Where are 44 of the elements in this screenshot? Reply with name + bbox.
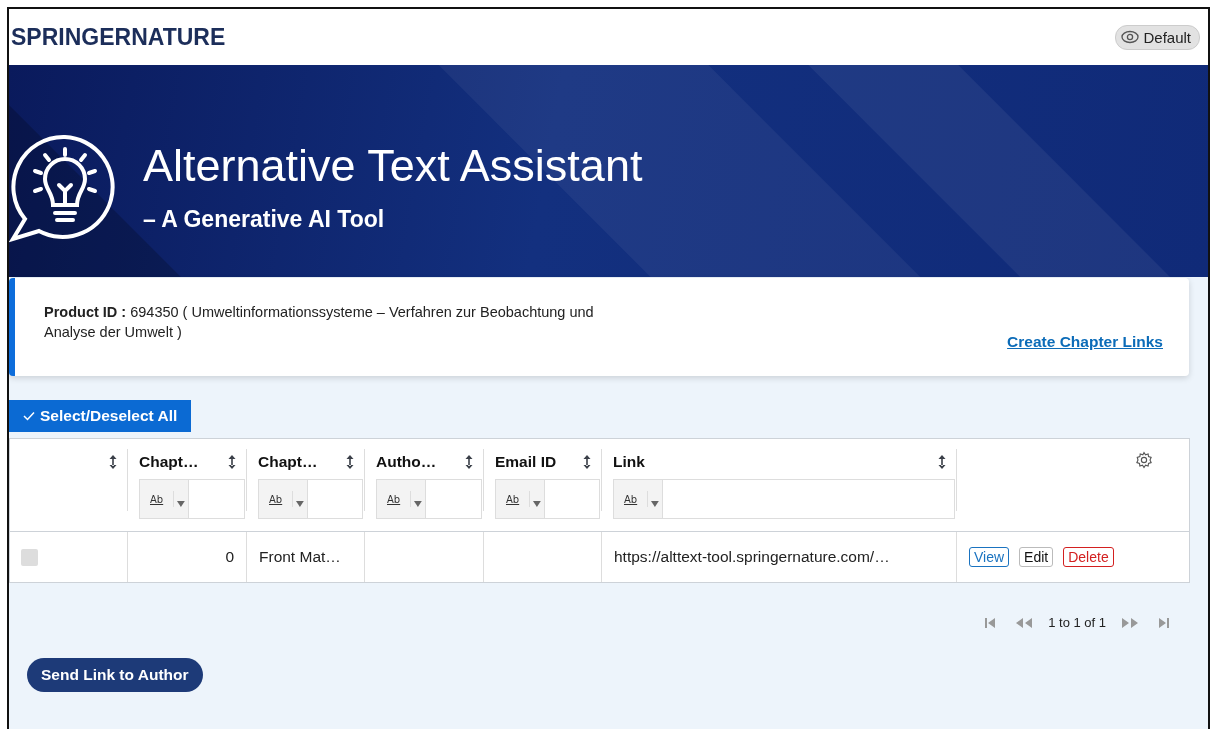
filter-field[interactable]: Ab — [258, 479, 363, 519]
caret-icon — [410, 491, 425, 507]
column-header[interactable]: Chapt… — [139, 453, 199, 471]
caret-icon — [529, 491, 544, 507]
column-header[interactable]: Autho… — [376, 453, 437, 471]
select-all-button[interactable]: Select/Deselect All — [9, 400, 192, 432]
table-cell: 0 — [225, 548, 234, 566]
app-title: Alternative Text Assistant — [143, 139, 643, 192]
table-cell: Front Mat… — [259, 548, 341, 566]
create-chapter-links-link[interactable]: Create Chapter Links — [1007, 333, 1163, 351]
caret-icon — [292, 491, 307, 507]
filter-field[interactable]: Ab — [495, 479, 600, 519]
view-button[interactable]: View — [969, 547, 1010, 567]
sort-icon[interactable] — [109, 454, 117, 470]
app-subtitle: – A Generative AI Tool — [143, 205, 386, 233]
column-header[interactable]: Email ID — [495, 453, 557, 471]
page-summary: 1 to 1 of 1 — [1048, 615, 1106, 630]
table-cell: https://alttext-tool.springernature.com/… — [614, 548, 890, 566]
first-page-icon[interactable] — [984, 616, 997, 629]
caret-icon — [647, 491, 662, 507]
eye-icon — [1121, 30, 1140, 44]
next-page-icon[interactable] — [1121, 616, 1139, 629]
sort-icon[interactable] — [465, 454, 473, 470]
row-checkbox[interactable] — [21, 548, 38, 566]
sort-icon[interactable] — [228, 454, 236, 470]
filter-field[interactable]: Ab — [376, 479, 482, 519]
send-link-button[interactable]: Send Link to Author — [27, 658, 203, 692]
sort-icon[interactable] — [346, 454, 354, 470]
edit-button[interactable]: Edit — [1019, 547, 1054, 567]
product-id-text: Product ID : 694350 ( Umweltinformationssysteme – Verfahren zur Beobachtung und Analyse der Umwelt ) — [44, 303, 595, 342]
checkmark-icon — [23, 411, 35, 421]
caret-icon — [173, 491, 188, 507]
filter-field[interactable]: Ab — [139, 479, 245, 519]
sort-icon[interactable] — [583, 454, 591, 470]
theme-button[interactable]: Default — [1115, 24, 1200, 50]
sort-icon[interactable] — [938, 454, 946, 470]
settings-icon[interactable] — [1135, 451, 1153, 469]
logo: SPRINGERNATURE — [11, 23, 226, 51]
column-header[interactable]: Chapt… — [258, 453, 318, 471]
last-page-icon[interactable] — [1158, 616, 1170, 629]
column-header[interactable]: Link — [613, 453, 645, 471]
delete-button[interactable]: Delete — [1063, 547, 1114, 567]
filter-field[interactable]: Ab — [613, 479, 955, 519]
previous-page-icon[interactable] — [1015, 616, 1034, 629]
